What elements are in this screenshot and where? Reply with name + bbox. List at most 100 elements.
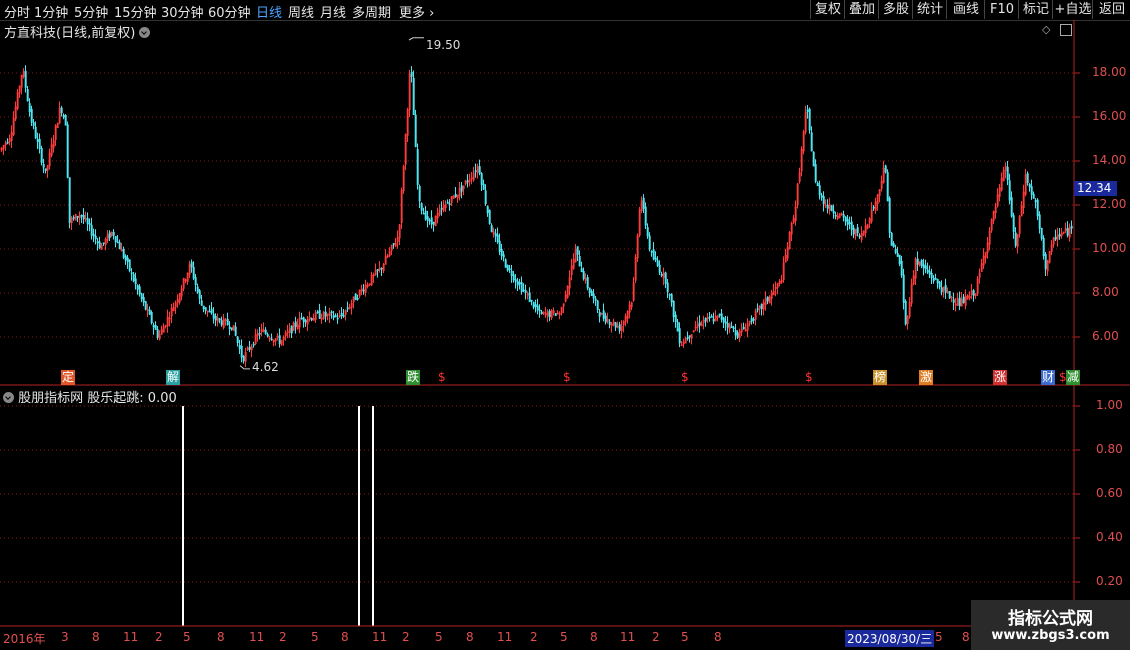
event-marker[interactable]: $	[437, 370, 447, 385]
candle-body	[252, 343, 255, 346]
period-tab-60min[interactable]: 60分钟	[208, 2, 251, 21]
event-marker[interactable]: 减	[1066, 370, 1081, 385]
period-tab-monthly[interactable]: 月线	[320, 2, 346, 21]
indicator-tick-label: 0.60	[1096, 486, 1123, 500]
candle-body	[886, 172, 889, 202]
period-tab-multi[interactable]: 多周期	[352, 2, 391, 21]
candle-body	[66, 124, 69, 178]
candle-body	[812, 151, 815, 167]
candle-body	[1054, 236, 1057, 240]
candle-body	[150, 311, 153, 324]
candle-body	[24, 70, 27, 88]
candle-body	[410, 71, 413, 77]
candle-body	[194, 277, 197, 286]
candle-body	[516, 281, 519, 286]
date-tick-label: 5	[560, 630, 568, 644]
date-tick-label: 8	[217, 630, 225, 644]
candle-body	[958, 297, 961, 307]
candle-body	[846, 219, 849, 225]
period-tab-1min[interactable]: 1分钟	[34, 2, 68, 21]
candle-body	[530, 299, 533, 302]
period-tab-30min[interactable]: 30分钟	[161, 2, 204, 21]
candle-body	[362, 289, 365, 292]
date-tick-label: 11	[372, 630, 388, 644]
event-marker[interactable]: 财	[1041, 370, 1056, 385]
indicator-name: 股朋指标网	[18, 391, 84, 406]
candle-body	[816, 182, 819, 187]
candle-body	[644, 206, 647, 226]
event-marker[interactable]: $	[680, 370, 690, 385]
chevron-down-icon[interactable]	[139, 27, 151, 38]
candle-body	[1030, 186, 1033, 195]
candle-body	[718, 313, 721, 316]
overlay-button[interactable]: 叠加	[844, 0, 879, 19]
candle-body	[656, 260, 659, 266]
candle-body	[658, 264, 661, 273]
candle-body	[766, 296, 769, 302]
event-marker[interactable]: 激	[919, 370, 934, 385]
candle-body	[138, 286, 141, 295]
period-tab-tick[interactable]: 分时	[4, 2, 30, 21]
candle-body	[814, 164, 817, 182]
candle-body	[112, 231, 115, 236]
period-tab-15min[interactable]: 15分钟	[114, 2, 157, 21]
date-tick-label: 11	[497, 630, 513, 644]
mark-button[interactable]: 标记	[1018, 0, 1053, 19]
event-marker[interactable]: 涨	[993, 370, 1008, 385]
candle-body	[240, 345, 243, 358]
back-button[interactable]: 返回	[1092, 0, 1130, 19]
current-price-tag: 12.34	[1074, 181, 1117, 196]
period-tab-daily[interactable]: 日线	[256, 2, 282, 21]
candle-body	[650, 250, 653, 253]
candle-body	[888, 197, 891, 233]
candle-body	[666, 282, 669, 293]
add-watchlist-button[interactable]: +自选	[1052, 0, 1093, 19]
candle-body	[1040, 228, 1043, 239]
candle-body	[944, 284, 947, 293]
draw-line-button[interactable]: 画线	[946, 0, 985, 19]
statistics-button[interactable]: 统计	[912, 0, 947, 19]
date-tick-label: 8	[466, 630, 474, 644]
candle-body	[90, 224, 93, 236]
stock-chart[interactable]	[0, 20, 1130, 650]
event-marker[interactable]: $	[804, 370, 814, 385]
period-tab-weekly[interactable]: 周线	[288, 2, 314, 21]
event-marker[interactable]: $	[562, 370, 572, 385]
candle-body	[132, 274, 135, 282]
candle-body	[940, 287, 943, 293]
price-tick-label: 14.00	[1092, 153, 1127, 167]
event-marker[interactable]: 榜	[873, 370, 888, 385]
candle-body	[668, 294, 671, 296]
restore-rights-button[interactable]: 复权	[810, 0, 845, 19]
candle-body	[848, 222, 851, 225]
candle-body	[698, 322, 701, 326]
date-tick-label: 8	[714, 630, 722, 644]
f10-button[interactable]: F10	[984, 0, 1019, 19]
candle-body	[392, 243, 395, 245]
event-marker[interactable]: 定	[61, 370, 76, 385]
candle-body	[304, 320, 307, 323]
multi-stock-button[interactable]: 多股	[878, 0, 913, 19]
candle-body	[934, 278, 937, 280]
chevron-down-icon[interactable]	[3, 392, 14, 403]
date-tick-label: 2	[652, 630, 660, 644]
event-marker[interactable]: 解	[166, 370, 181, 385]
candle-body	[156, 329, 159, 338]
date-tick-label: 8	[590, 630, 598, 644]
candle-body	[742, 326, 745, 330]
candle-body	[520, 282, 523, 292]
price-tick-label: 8.00	[1092, 285, 1119, 299]
period-tab-5min[interactable]: 5分钟	[74, 2, 108, 21]
diamond-icon[interactable]: ◇	[1042, 23, 1050, 36]
event-marker[interactable]: 跌	[406, 370, 421, 385]
candle-body	[952, 299, 955, 303]
candle-body	[258, 332, 261, 335]
candle-body	[264, 329, 267, 334]
watermark: 指标公式网 www.zbgs3.com	[971, 600, 1130, 650]
panel-layout-icon[interactable]	[1060, 24, 1072, 36]
date-tick-label: 5	[183, 630, 191, 644]
date-tick-label: 11	[123, 630, 139, 644]
candle-body	[720, 313, 723, 320]
more-menu[interactable]: 更多 ›	[399, 2, 434, 21]
candle-body	[116, 241, 119, 244]
